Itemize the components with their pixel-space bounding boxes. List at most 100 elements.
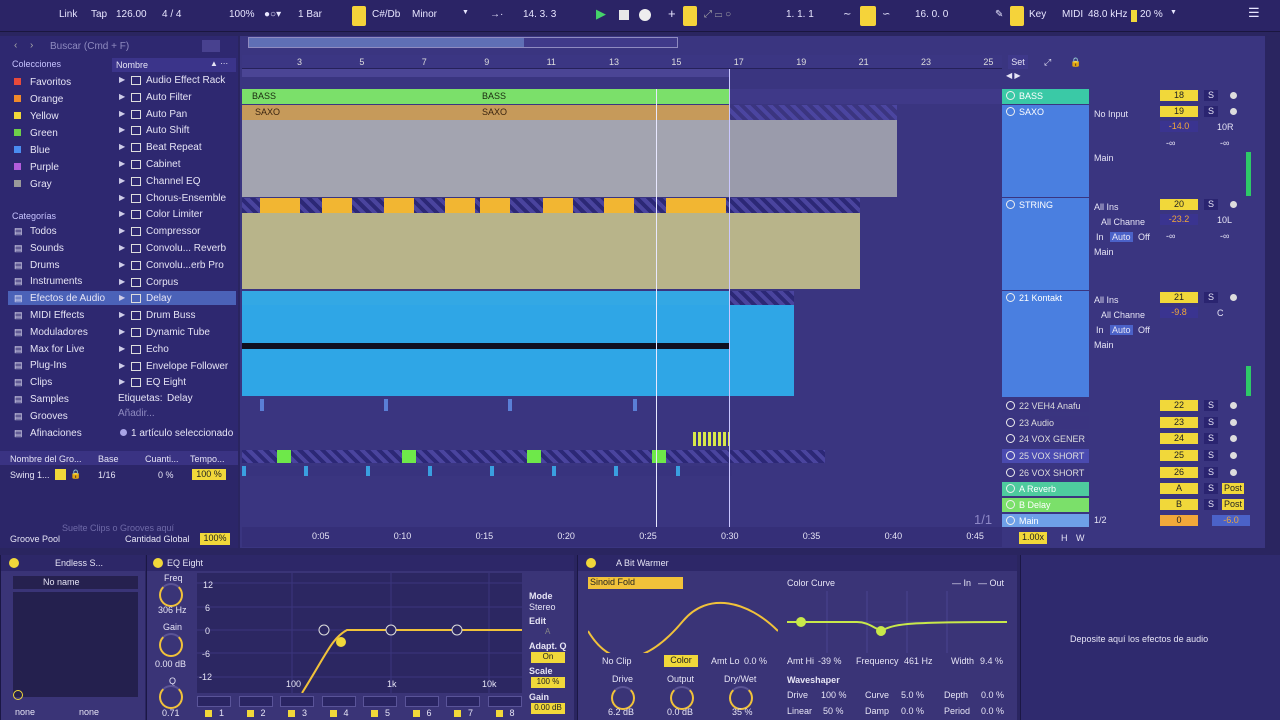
track-fold-icon[interactable] xyxy=(1006,401,1015,410)
browser-item[interactable]: Corpus xyxy=(146,277,178,288)
loop-brace[interactable] xyxy=(242,69,729,77)
collection-item[interactable]: Yellow xyxy=(30,111,59,122)
pan-field[interactable]: C xyxy=(1217,308,1224,318)
ws-curve-value[interactable]: 5.0 % xyxy=(901,690,924,700)
punch-in-icon[interactable]: ∼ xyxy=(843,9,851,20)
endless-select-1[interactable]: none xyxy=(15,707,35,717)
band-filter-type[interactable] xyxy=(404,696,439,707)
volume-field[interactable]: -14.0 xyxy=(1160,121,1198,132)
expand-arrow-icon[interactable]: ▶ xyxy=(119,344,125,353)
audio-clip-marker[interactable] xyxy=(384,399,388,411)
track-activator[interactable]: 18 xyxy=(1160,90,1198,101)
vox-short-clip[interactable] xyxy=(652,450,666,463)
stop-icon[interactable] xyxy=(619,10,629,20)
band-filter-type[interactable] xyxy=(446,696,480,707)
string-clip-segment[interactable] xyxy=(543,198,573,213)
punch-out-icon[interactable]: ∽ xyxy=(882,9,890,20)
track-header[interactable] xyxy=(1002,291,1089,397)
browser-item[interactable]: Drum Buss xyxy=(146,310,195,321)
time-ruler[interactable]: 0:05 0:10 0:15 0:20 0:25 0:30 0:35 0:40 0:45 xyxy=(242,527,1002,547)
track-fold-icon[interactable] xyxy=(1006,293,1015,302)
track-header[interactable] xyxy=(1002,105,1089,197)
q-knob[interactable] xyxy=(159,685,183,709)
monitor-off[interactable]: Off xyxy=(1138,325,1150,335)
output-value[interactable]: 0.0 dB xyxy=(667,707,693,717)
expand-arrow-icon[interactable]: ▶ xyxy=(119,260,125,269)
browser-item[interactable]: Chorus-Ensemble xyxy=(146,193,226,204)
arrangement-position[interactable]: 14. 3. 3 xyxy=(523,9,556,20)
track-name[interactable]: Main xyxy=(1019,516,1039,526)
expand-icon[interactable]: ⤢ xyxy=(1044,57,1051,68)
play-icon[interactable]: ▶ xyxy=(596,6,606,22)
volume-field[interactable]: -9.8 xyxy=(1160,307,1198,318)
expand-arrow-icon[interactable]: ▶ xyxy=(119,159,125,168)
string-clip-segment[interactable] xyxy=(666,198,726,213)
vox-gener-clip[interactable] xyxy=(693,432,729,446)
expand-arrow-icon[interactable]: ▶ xyxy=(119,75,125,84)
expand-arrow-icon[interactable]: ▶ xyxy=(119,226,125,235)
track-name[interactable]: BASS xyxy=(1019,91,1043,101)
expand-arrow-icon[interactable]: ▶ xyxy=(119,277,125,286)
vox-short-clip[interactable] xyxy=(527,450,541,463)
pan-field[interactable]: 10L xyxy=(1217,215,1232,225)
solo-button[interactable]: S xyxy=(1204,90,1218,101)
mode-select[interactable]: Stereo xyxy=(529,602,556,612)
adaptive-q-toggle[interactable]: On xyxy=(531,652,565,663)
quantize-select[interactable]: 1 Bar xyxy=(298,9,322,20)
string-clip-segment[interactable] xyxy=(445,198,475,213)
set-button[interactable]: Set xyxy=(1008,55,1028,69)
track-fold-icon[interactable] xyxy=(1006,91,1015,100)
band-toggle[interactable] xyxy=(495,710,503,717)
vox-short-clip[interactable] xyxy=(277,450,291,463)
color-toggle[interactable]: Color xyxy=(664,655,698,667)
drive-value[interactable]: 6.2 dB xyxy=(608,707,634,717)
width-value[interactable]: 9.4 % xyxy=(980,656,1003,666)
loop-start-field[interactable]: 1. 1. 1 xyxy=(786,9,814,20)
zoom-field[interactable]: 100% xyxy=(229,9,255,20)
saxo-clip-tail[interactable] xyxy=(729,120,897,197)
metronome-icon[interactable]: ●○▾ xyxy=(264,9,281,20)
arm-icon[interactable] xyxy=(1230,452,1237,459)
band-toggle[interactable] xyxy=(205,710,212,717)
output-gain-field[interactable]: 0.00 dB xyxy=(531,703,565,714)
freq-value[interactable]: 306 Hz xyxy=(158,605,187,615)
band-toggle[interactable] xyxy=(371,710,378,717)
string-clip-segment[interactable] xyxy=(260,198,300,213)
scale-field[interactable]: 100 % xyxy=(531,677,565,688)
track-name[interactable]: 23 Audio xyxy=(1019,418,1054,428)
track-name[interactable]: 25 VOX SHORT xyxy=(1019,451,1084,461)
record-icon[interactable] xyxy=(639,9,651,21)
track-name[interactable]: B Delay xyxy=(1019,500,1051,510)
string-clip-segment[interactable] xyxy=(604,198,634,213)
expand-arrow-icon[interactable]: ▶ xyxy=(119,310,125,319)
track-activator[interactable]: B xyxy=(1160,499,1198,510)
bar-ruler[interactable]: 3 5 7 9 11 13 15 17 19 21 23 25 xyxy=(242,55,1002,69)
string-clip-body[interactable] xyxy=(242,213,860,289)
track-fold-icon[interactable] xyxy=(1006,516,1015,525)
band-toggle[interactable] xyxy=(412,710,420,717)
time-signature[interactable]: 4 / 4 xyxy=(162,9,217,20)
track-activator[interactable]: 26 xyxy=(1160,467,1198,478)
browser-item[interactable]: EQ Eight xyxy=(146,377,186,388)
output-select[interactable]: Main xyxy=(1094,247,1114,257)
ws-linear-value[interactable]: 50 % xyxy=(823,706,844,716)
automation-arm-icon[interactable] xyxy=(683,6,697,26)
groove-row-base[interactable]: 1/16 xyxy=(98,470,116,480)
add-tag-link[interactable]: Añadir... xyxy=(118,408,155,419)
track-fold-icon[interactable] xyxy=(1006,107,1015,116)
color-curve-display[interactable] xyxy=(787,591,1007,653)
audio-clip-marker[interactable] xyxy=(260,399,264,411)
scale-mode-button[interactable] xyxy=(352,6,366,26)
edit-select[interactable]: A xyxy=(545,627,550,636)
track-fold-icon[interactable] xyxy=(1006,468,1015,477)
expand-arrow-icon[interactable]: ▶ xyxy=(119,109,125,118)
expand-arrow-icon[interactable]: ▶ xyxy=(119,193,125,202)
filter-icon[interactable] xyxy=(202,40,220,52)
collection-item[interactable]: Green xyxy=(30,128,58,139)
plus-icon[interactable]: + xyxy=(668,6,676,21)
monitor-auto[interactable]: Auto xyxy=(1110,232,1133,242)
key-map-button[interactable]: Key xyxy=(1029,9,1046,20)
zoom-field[interactable]: 1.00x xyxy=(1019,532,1047,544)
ws-depth-value[interactable]: 0.0 % xyxy=(981,690,1004,700)
groove-row-name[interactable]: Swing 1... xyxy=(10,470,50,480)
